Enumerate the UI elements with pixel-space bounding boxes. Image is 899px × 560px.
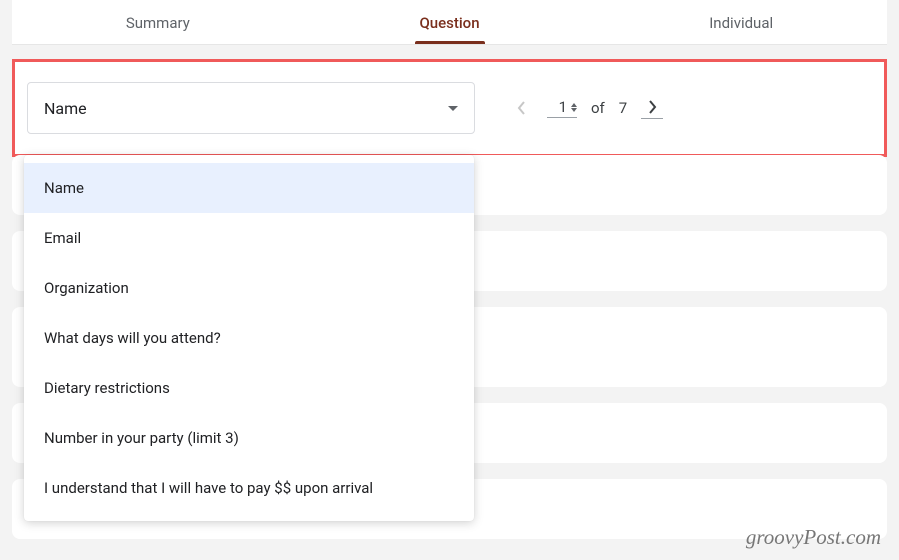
stepper-icon xyxy=(571,103,577,112)
tab-individual[interactable]: Individual xyxy=(595,0,887,44)
question-pager: 1 of 7 xyxy=(511,97,663,119)
dropdown-option[interactable]: Email xyxy=(24,213,474,263)
caret-down-icon xyxy=(448,106,458,111)
pager-current-wrap[interactable]: 1 xyxy=(547,98,577,118)
tab-question[interactable]: Question xyxy=(304,0,596,44)
dropdown-option[interactable]: Name xyxy=(24,163,474,213)
watermark: groovyPost.com xyxy=(746,525,881,550)
question-select-value: Name xyxy=(44,99,87,118)
dropdown-option[interactable]: What days will you attend? xyxy=(24,313,474,363)
chevron-left-icon xyxy=(517,100,527,116)
pager-total: 7 xyxy=(619,99,627,117)
pager-next[interactable] xyxy=(641,97,663,119)
dropdown-option[interactable]: Organization xyxy=(24,263,474,313)
pager-prev[interactable] xyxy=(511,97,533,119)
pager-of-label: of xyxy=(591,99,605,117)
dropdown-option[interactable]: Dietary restrictions xyxy=(24,363,474,413)
pager-current: 1 xyxy=(547,98,567,116)
question-controls-highlight: Name 1 of 7 xyxy=(12,59,887,157)
dropdown-option[interactable]: Number in your party (limit 3) xyxy=(24,413,474,463)
responses-tabs: Summary Question Individual xyxy=(12,0,887,45)
question-select[interactable]: Name xyxy=(27,82,475,134)
dropdown-option[interactable]: I understand that I will have to pay $$ … xyxy=(24,463,474,513)
question-dropdown: Name Email Organization What days will y… xyxy=(24,155,474,521)
chevron-right-icon xyxy=(647,99,657,115)
tab-summary[interactable]: Summary xyxy=(12,0,304,44)
